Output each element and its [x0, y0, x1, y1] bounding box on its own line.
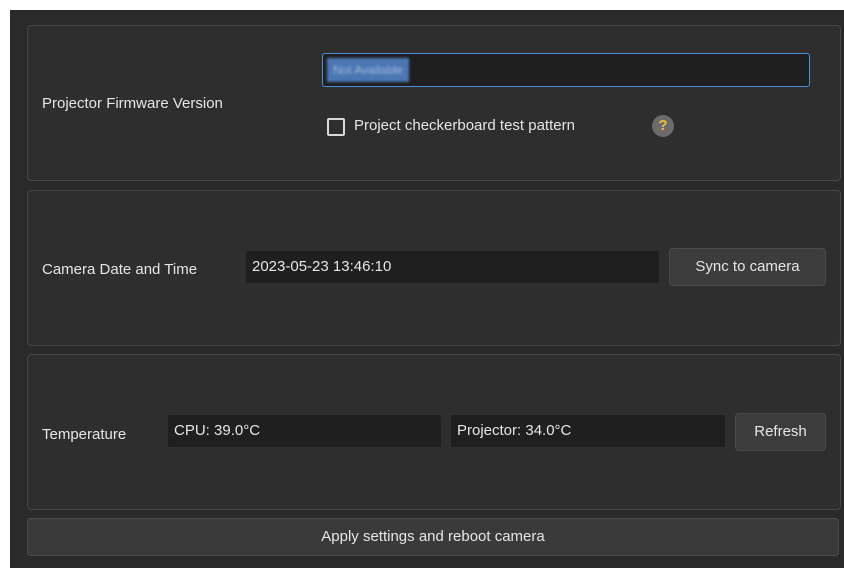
camera-time-panel: Camera Date and Time 2023-05-23 13:46:10…: [27, 190, 841, 346]
camera-time-field[interactable]: 2023-05-23 13:46:10: [245, 250, 660, 284]
projector-temperature-field[interactable]: Projector: 34.0°C: [450, 414, 726, 448]
refresh-button[interactable]: Refresh: [735, 413, 826, 451]
sync-to-camera-button[interactable]: Sync to camera: [669, 248, 826, 286]
apply-reboot-button[interactable]: Apply settings and reboot camera: [27, 518, 839, 556]
checkerboard-label[interactable]: Project checkerboard test pattern: [354, 117, 575, 134]
camera-time-label: Camera Date and Time: [42, 261, 198, 278]
camera-settings-window: Projector Firmware Version Not Available…: [10, 10, 844, 568]
firmware-version-value: Not Available: [327, 58, 409, 82]
checkerboard-checkbox[interactable]: [327, 118, 345, 136]
help-icon[interactable]: ?: [652, 115, 674, 137]
temperature-label: Temperature: [42, 426, 127, 443]
cpu-temperature-field[interactable]: CPU: 39.0°C: [167, 414, 442, 448]
temperature-panel: Temperature CPU: 39.0°C Projector: 34.0°…: [27, 354, 841, 510]
firmware-panel: Projector Firmware Version Not Available…: [27, 25, 841, 181]
firmware-label: Projector Firmware Version: [42, 95, 223, 112]
firmware-version-field[interactable]: Not Available: [322, 53, 810, 87]
